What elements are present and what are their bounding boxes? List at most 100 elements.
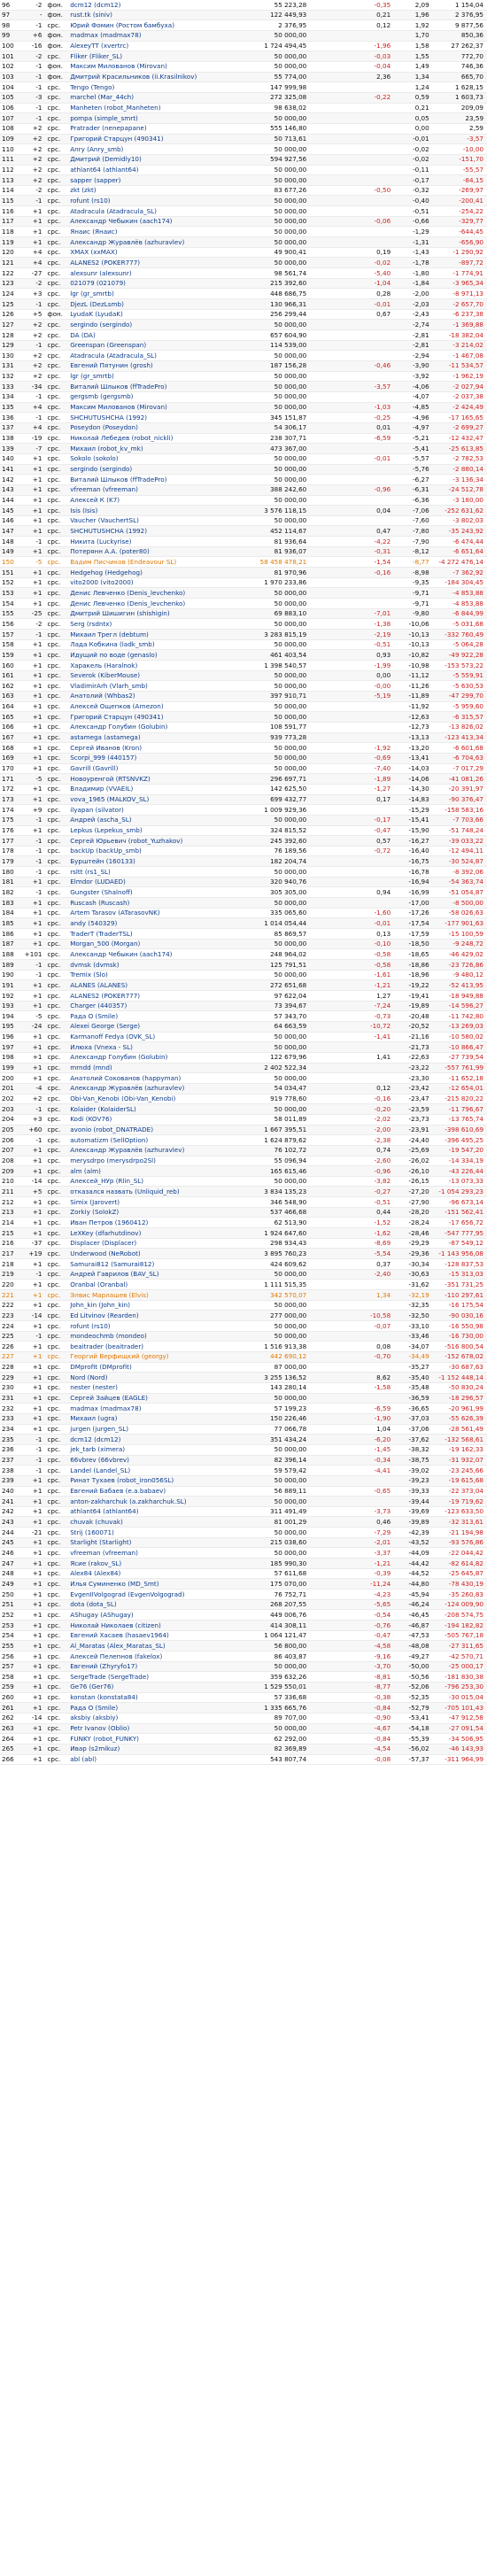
participant-link[interactable]: Георгий Верфищкий (georgy) <box>70 1352 254 1362</box>
participant-link[interactable]: VladimirArh (Vlarh_smb) <box>70 681 254 691</box>
participant-link[interactable]: abl (abl) <box>70 1755 254 1765</box>
participant-link[interactable]: beaitrader (beaitrader) <box>70 1342 254 1351</box>
participant-link[interactable]: Sokolo (sokolo) <box>70 454 254 464</box>
participant-link[interactable]: backUp (backUp_smb) <box>70 847 254 856</box>
participant-link[interactable]: Poseydon (Poseydon) <box>70 423 254 433</box>
participant-link[interactable]: Alex84 (Alex84) <box>70 1569 254 1579</box>
participant-link[interactable]: Максим Милованов (Mirovan) <box>70 403 254 413</box>
participant-link[interactable]: Ринат Тухаев (robot_iron056SL) <box>70 1476 254 1486</box>
participant-link[interactable]: Рада О (Smile) <box>70 1011 254 1021</box>
participant-link[interactable]: Hedgehog (Hedgehog) <box>70 568 254 577</box>
participant-link[interactable]: Юрий Фомин (Ростом бамбуха) <box>70 20 254 30</box>
participant-link[interactable]: Manheten (robot_Manheten) <box>70 104 254 113</box>
participant-link[interactable]: merysdrpo (merysdrpo2Sl) <box>70 1156 254 1166</box>
participant-link[interactable]: Petr Ivanov (Oblio) <box>70 1724 254 1734</box>
participant-link[interactable]: TraderT (TraderTSL) <box>70 929 254 939</box>
participant-link[interactable]: madmax (madmax78) <box>70 1404 254 1413</box>
participant-link[interactable]: Владимир (VVAEIL) <box>70 785 254 794</box>
participant-link[interactable]: sergindo (sergindo) <box>70 320 254 329</box>
participant-link[interactable]: AlexeyTT (xvertrc) <box>70 42 254 51</box>
participant-link[interactable]: Underwood (NeRobot) <box>70 1249 254 1258</box>
participant-link[interactable]: athlant64 (athlant64) <box>70 1507 254 1517</box>
participant-link[interactable]: Ясие (rakov_SL) <box>70 1559 254 1568</box>
participant-link[interactable]: Янаис (Янаис) <box>70 227 254 236</box>
participant-link[interactable]: astamega (astamega) <box>70 733 254 743</box>
participant-link[interactable]: Charger (440357) <box>70 1002 254 1011</box>
participant-link[interactable]: Алексей К (K7) <box>70 496 254 506</box>
participant-link[interactable]: dvmsk (dvmsk) <box>70 960 254 970</box>
participant-link[interactable]: Евгений (Zhyryfo17) <box>70 1662 254 1672</box>
participant-link[interactable]: DA (DA) <box>70 330 254 340</box>
participant-link[interactable]: Харакель (Haralnok) <box>70 661 254 670</box>
participant-link[interactable]: Morgan_500 (Morgan) <box>70 940 254 949</box>
participant-link[interactable]: Ed Litvinov (Rearden) <box>70 1311 254 1320</box>
participant-link[interactable]: pompa (simple_smrt) <box>70 113 254 123</box>
participant-link[interactable]: Максим Милованов (Mirovan) <box>70 62 254 72</box>
participant-link[interactable]: Obi-Van_Kenobi (Obi-Van_Kenobi) <box>70 1095 254 1104</box>
participant-link[interactable]: Александр Журавлёв (azhuravlev) <box>70 1084 254 1094</box>
participant-link[interactable]: Иван Петров (1960412) <box>70 1218 254 1227</box>
participant-link[interactable]: AShugay (AShugay) <box>70 1610 254 1620</box>
participant-link[interactable]: Сергей Иванов (Kron) <box>70 743 254 753</box>
participant-link[interactable]: Дмитрий (Demidly10) <box>70 155 254 165</box>
participant-link[interactable]: Simix (Jarovert) <box>70 1197 254 1207</box>
participant-link[interactable]: Денис Левченко (Denis_levchenko) <box>70 599 254 608</box>
participant-link[interactable]: Новоуренгой (RTSNVKZ) <box>70 774 254 784</box>
participant-link[interactable]: Gungster (Shalnoff) <box>70 887 254 897</box>
participant-link[interactable]: dota (dota_SL) <box>70 1600 254 1610</box>
participant-link[interactable]: DMprofit (DMprofit) <box>70 1363 254 1373</box>
participant-link[interactable]: Николай Лебедев (robot_nickli) <box>70 434 254 444</box>
participant-link[interactable]: отказался назвать (Unliquid_reb) <box>70 1187 254 1196</box>
participant-link[interactable]: jek_tarb (ximera) <box>70 1445 254 1455</box>
participant-link[interactable]: Strij (160071) <box>70 1528 254 1537</box>
participant-link[interactable]: LyudaK (LyudaK) <box>70 310 254 320</box>
participant-link[interactable]: Elmdor (LUDAED) <box>70 878 254 887</box>
participant-link[interactable]: Scorpi_999 (440157) <box>70 754 254 763</box>
participant-link[interactable]: Евгений Бабаев (e.a.babaev) <box>70 1487 254 1497</box>
participant-link[interactable]: Artem Tarasov (ATarasovNK) <box>70 909 254 918</box>
participant-link[interactable]: nester (nester) <box>70 1383 254 1393</box>
participant-link[interactable]: Евгений Хасаев (hasaev1964) <box>70 1631 254 1641</box>
participant-link[interactable]: Ruscash (Ruscash) <box>70 898 254 908</box>
participant-link[interactable]: Виталий Шлыков (ffTradePro) <box>70 475 254 484</box>
participant-link[interactable]: Samurai812 (Samurai812) <box>70 1259 254 1269</box>
participant-link[interactable]: ALANES2 (POKER777) <box>70 991 254 1001</box>
participant-link[interactable]: 66vbrev (66vbrev) <box>70 1456 254 1466</box>
participant-link[interactable]: Kolaider (KolaiderSL) <box>70 1104 254 1114</box>
participant-link[interactable]: mondeochmb (mondeo) <box>70 1332 254 1342</box>
participant-link[interactable]: Greenspan (Greenspan) <box>70 341 254 351</box>
participant-link[interactable]: Severok (KiberMouse) <box>70 671 254 681</box>
participant-link[interactable]: dcm12 (dcm12) <box>70 0 254 10</box>
participant-link[interactable]: Ивар (s2mikuz) <box>70 1744 254 1754</box>
participant-link[interactable]: Михаил Трегл (debtum) <box>70 630 254 639</box>
participant-link[interactable]: Landel (Landel_SL) <box>70 1466 254 1475</box>
participant-link[interactable]: Михаил (robot_kv_mk) <box>70 444 254 453</box>
participant-link[interactable]: automatizm (SellOption) <box>70 1135 254 1145</box>
participant-link[interactable]: Бурштейн (160133) <box>70 856 254 866</box>
participant-link[interactable]: Gavrill (Gavrill) <box>70 764 254 774</box>
participant-link[interactable]: sapper (sapper) <box>70 175 254 185</box>
participant-link[interactable]: alm (alm) <box>70 1166 254 1176</box>
participant-link[interactable]: Николай Николаев (citizen) <box>70 1621 254 1630</box>
participant-link[interactable]: Atadracula (Atadracula_SL) <box>70 206 254 216</box>
participant-link[interactable]: vfreeman (vfreeman) <box>70 1548 254 1558</box>
participant-link[interactable]: vfreeman (vfreeman) <box>70 485 254 495</box>
participant-link[interactable]: EvgenIIVolgograd (EvgenVolgograd) <box>70 1590 254 1599</box>
participant-link[interactable]: mrndd (mnd) <box>70 1064 254 1073</box>
participant-link[interactable]: Андрей Гаврилов (BAV_SL) <box>70 1270 254 1280</box>
participant-link[interactable]: Идущий по воде (genaslo) <box>70 650 254 660</box>
participant-link[interactable]: Vaucher (VauchertSL) <box>70 516 254 526</box>
participant-link[interactable]: Kodi (KOV76) <box>70 1115 254 1125</box>
participant-link[interactable]: Al_Maratas (Alex_Maratas_SL) <box>70 1641 254 1651</box>
participant-link[interactable]: vito2000 (vito2000) <box>70 578 254 588</box>
participant-link[interactable]: gergsmb (gergsmb) <box>70 392 254 402</box>
participant-link[interactable]: Андрей (ascha_SL) <box>70 816 254 825</box>
participant-link[interactable]: Евгений Пятунин (grosh) <box>70 361 254 371</box>
participant-link[interactable]: Lepkus (Lepekus_smb) <box>70 826 254 836</box>
participant-link[interactable]: Рада О (Smile) <box>70 1703 254 1713</box>
participant-link[interactable]: madmax (madmax78) <box>70 31 254 41</box>
participant-link[interactable]: sergindo (sergindo) <box>70 465 254 475</box>
participant-link[interactable]: Александр Голубин (Golubin) <box>70 1053 254 1063</box>
participant-link[interactable]: lgr (gr_smrtb) <box>70 372 254 382</box>
participant-link[interactable]: Алексей Пелепнов (fakelox) <box>70 1652 254 1661</box>
